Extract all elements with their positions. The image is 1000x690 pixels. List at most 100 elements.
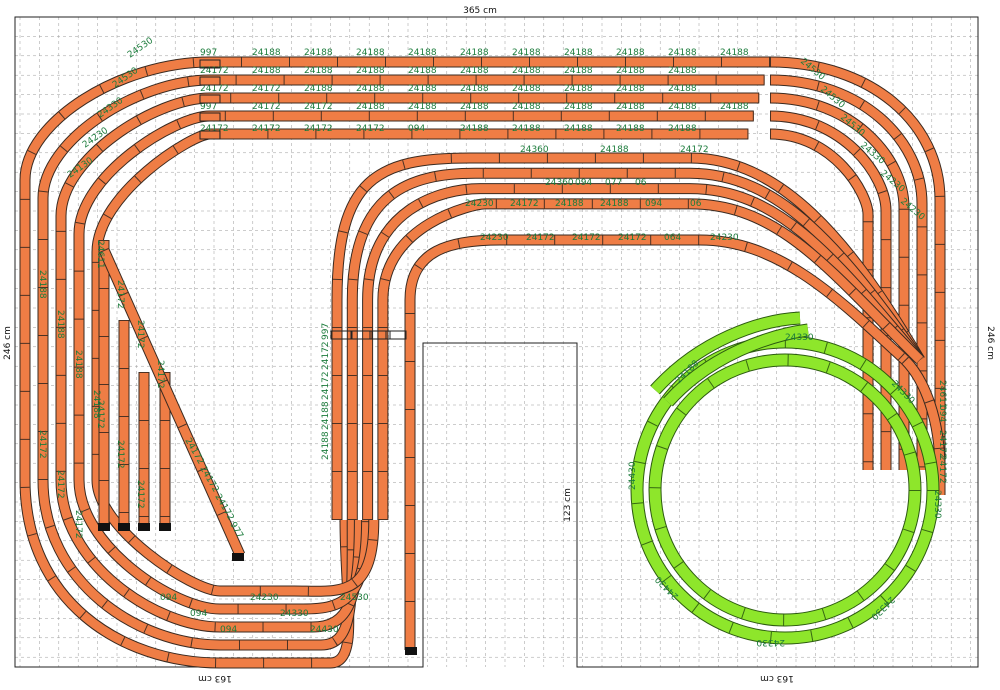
- label-mid-row1: 24172: [680, 145, 709, 155]
- label-center-vertical: 997: [321, 323, 331, 340]
- label-top_row2: 24188: [460, 66, 489, 76]
- dim-top: 365 cm: [463, 6, 497, 16]
- label-top_row3: 24188: [668, 84, 697, 94]
- dim-bottom-right: 163 cm: [760, 673, 794, 683]
- label-siding-vertical: 24611: [95, 240, 105, 269]
- label-center-vertical: 24188: [321, 431, 331, 460]
- label-left-vertical: 24188: [37, 270, 47, 299]
- buffer-stop: [159, 523, 171, 531]
- label-top_row3: 24188: [304, 84, 333, 94]
- label-top_row3: 24188: [616, 84, 645, 94]
- label-left-vertical: 24172: [37, 430, 47, 459]
- label-top_row5: 24188: [616, 124, 645, 134]
- label-top_row1: 24188: [408, 48, 437, 58]
- label-top_row3: 24188: [460, 84, 489, 94]
- label-mid-row4: 24172: [526, 233, 555, 243]
- helix-inner-ring: [649, 354, 921, 626]
- label-mid-row3: 24230: [465, 199, 494, 209]
- label-mid-row4: 064: [664, 233, 681, 243]
- label-helix: 24430: [628, 461, 638, 490]
- label-bottom-row: 24330: [280, 609, 309, 619]
- label-top_row4: 24188: [720, 102, 749, 112]
- uncoupler-ramp: [385, 330, 407, 340]
- label-bottom-row: 24530: [340, 593, 369, 603]
- label-mid-row3: 094: [645, 199, 662, 209]
- label-top_row1: 24188: [252, 48, 281, 58]
- label-top_row2: 24188: [356, 66, 385, 76]
- track-plan-svg: 997 24188 24188 24188 24188 24188 24188 24188 24…: [3, 6, 995, 683]
- label-mid-row4: 24172: [572, 233, 601, 243]
- label-top_row5: 24188: [668, 124, 697, 134]
- label-mid-row3: 24172: [510, 199, 539, 209]
- label-top_row4: 24172: [304, 102, 333, 112]
- label-top_row4: 24172: [252, 102, 281, 112]
- label-siding-vertical: 24172: [155, 360, 165, 389]
- buffer-stop: [98, 523, 110, 531]
- label-top_row1: 24188: [564, 48, 593, 58]
- label-top_row5: 24172: [304, 124, 333, 134]
- label-top_row4: 24188: [460, 102, 489, 112]
- label-siding-vertical: 24172: [135, 320, 145, 349]
- label-right-vertical: 094: [937, 405, 947, 422]
- label-top_row4: 24188: [408, 102, 437, 112]
- buffer-stop: [232, 553, 244, 561]
- label-mid-row4: 24172: [618, 233, 647, 243]
- label-corner-curve: 24530: [126, 36, 155, 61]
- label-mid-row1: 24188: [600, 145, 629, 155]
- label-top_row1: 24188: [720, 48, 749, 58]
- label-top_row4: 24188: [564, 102, 593, 112]
- label-top_row4: 24188: [668, 102, 697, 112]
- label-mid-row4: 24230: [710, 233, 739, 243]
- dim-inner-height: 123 cm: [563, 488, 573, 522]
- label-top_row4: 24188: [616, 102, 645, 112]
- label-left-vertical: 24172: [73, 510, 83, 539]
- label-siding-vertical: 24172: [95, 400, 105, 429]
- label-bottom-row: 094: [220, 625, 237, 635]
- label-mid-row3: 06: [690, 199, 702, 209]
- buffer-stop: [118, 523, 130, 531]
- label-top_row2: 24188: [616, 66, 645, 76]
- label-top_row2: 24188: [668, 66, 697, 76]
- label-helix: 24330: [932, 490, 942, 519]
- label-top_row3: 24172: [252, 84, 281, 94]
- track-plan-canvas: 997 24188 24188 24188 24188 24188 24188 24188 24…: [0, 0, 1000, 686]
- label-top_row3: 24188: [356, 84, 385, 94]
- label-top_row2: 24188: [564, 66, 593, 76]
- label-bottom-row: 24230: [250, 593, 279, 603]
- label-right-vertical: 24172: [937, 455, 947, 484]
- label-mid-row3: 24188: [600, 199, 629, 209]
- label-mid-row4: 24230: [480, 233, 509, 243]
- label-mid-row2: 06: [635, 178, 647, 188]
- label-top_row5: 24172: [200, 124, 229, 134]
- label-mid-row2: 094: [575, 178, 592, 188]
- label-bottom-row: 094: [160, 593, 177, 603]
- label-top_row2: 24188: [512, 66, 541, 76]
- label-mid-row2: 24360: [545, 178, 574, 188]
- dim-right: 246 cm: [985, 326, 995, 360]
- label-top_row1: 24188: [304, 48, 333, 58]
- label-mid-row1: 24360: [520, 145, 549, 155]
- buffer-stop: [138, 523, 150, 531]
- label-center-vertical: 24172: [321, 371, 331, 400]
- label-top_row3: 24188: [512, 84, 541, 94]
- label-top_row3: 24188: [408, 84, 437, 94]
- label-bottom-row: 094: [190, 609, 207, 619]
- label-top_row3: 24188: [564, 84, 593, 94]
- label-mid-row3: 24188: [555, 199, 584, 209]
- label-top_row2: 24188: [252, 66, 281, 76]
- label-helix: 24330: [756, 637, 785, 647]
- label-siding-vertical: 24172: [115, 280, 125, 309]
- label-top_row5: 24188: [564, 124, 593, 134]
- label-top_row1: 997: [200, 48, 217, 58]
- label-top_row1: 24188: [668, 48, 697, 58]
- label-helix: 24330: [785, 333, 814, 343]
- label-left-vertical: 24188: [73, 350, 83, 379]
- label-top_row5: 24172: [252, 124, 281, 134]
- label-top_row5: 094: [408, 124, 425, 134]
- label-top_row1: 24188: [512, 48, 541, 58]
- label-top_row4: 24188: [356, 102, 385, 112]
- label-top_row1: 24188: [616, 48, 645, 58]
- label-siding-vertical: 24172: [135, 480, 145, 509]
- label-mid-row2: 077: [605, 178, 622, 188]
- label-left-vertical: 24188: [55, 310, 65, 339]
